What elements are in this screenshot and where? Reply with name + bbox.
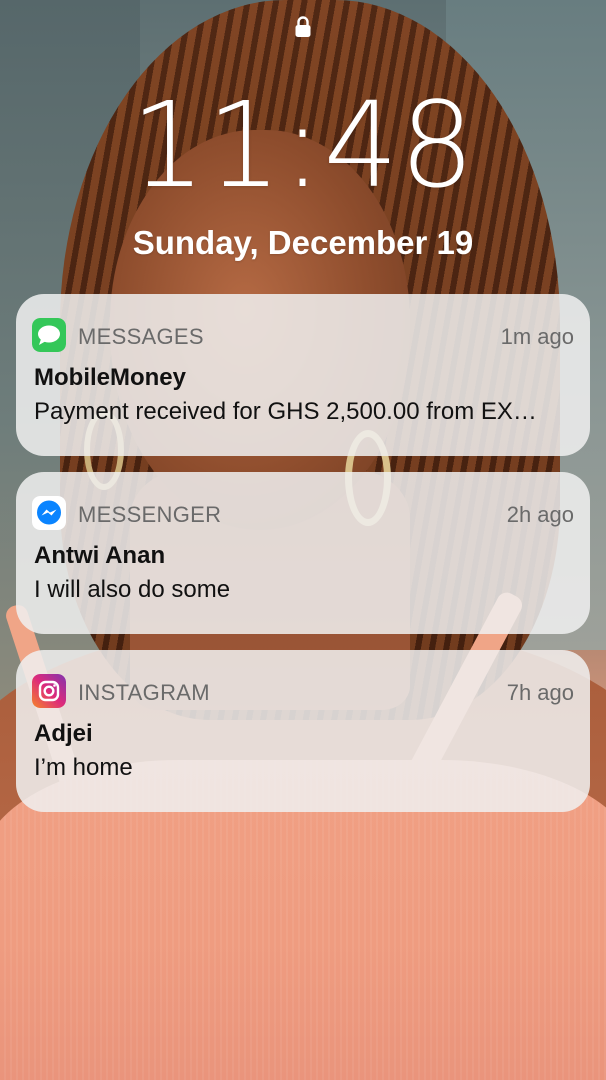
- notification-time: 1m ago: [500, 324, 574, 349]
- notification-time: 2h ago: [506, 502, 574, 527]
- notification-card[interactable]: MESSENGER 2h ago Antwi Anan I will also …: [16, 472, 590, 634]
- instagram-icon: [32, 674, 66, 708]
- notification-card[interactable]: MESSAGES 1m ago MobileMoney Payment rece…: [16, 294, 590, 456]
- notification-app-name: MESSENGER: [78, 502, 222, 527]
- notification-time: 7h ago: [506, 680, 574, 705]
- notification-message: I’m home: [34, 754, 133, 781]
- notification-sender: Adjei: [34, 720, 93, 747]
- notification-message: I will also do some: [34, 576, 231, 603]
- notification-header: INSTAGRAM 7h ago: [32, 674, 574, 708]
- lock-screen: 11:48 Sunday, December 19 MESSAGES 1m ag…: [0, 0, 606, 1080]
- notification-sender: Antwi Anan: [34, 542, 166, 569]
- lock-clock: 11:48: [130, 76, 476, 214]
- notification-header: MESSAGES 1m ago: [32, 318, 574, 352]
- lock-date: Sunday, December 19: [132, 224, 474, 261]
- messages-icon: [32, 318, 66, 352]
- notification-card[interactable]: INSTAGRAM 7h ago Adjei I’m home: [16, 650, 590, 812]
- notification-header: MESSENGER 2h ago: [32, 496, 574, 530]
- notification-message: Payment received for GHS 2,500.00 from E…: [34, 398, 537, 425]
- notification-sender: MobileMoney: [34, 364, 187, 391]
- notification-app-name: INSTAGRAM: [78, 680, 210, 705]
- lock-icon: [295, 16, 311, 37]
- messenger-icon: [32, 496, 66, 530]
- notification-app-name: MESSAGES: [78, 324, 204, 349]
